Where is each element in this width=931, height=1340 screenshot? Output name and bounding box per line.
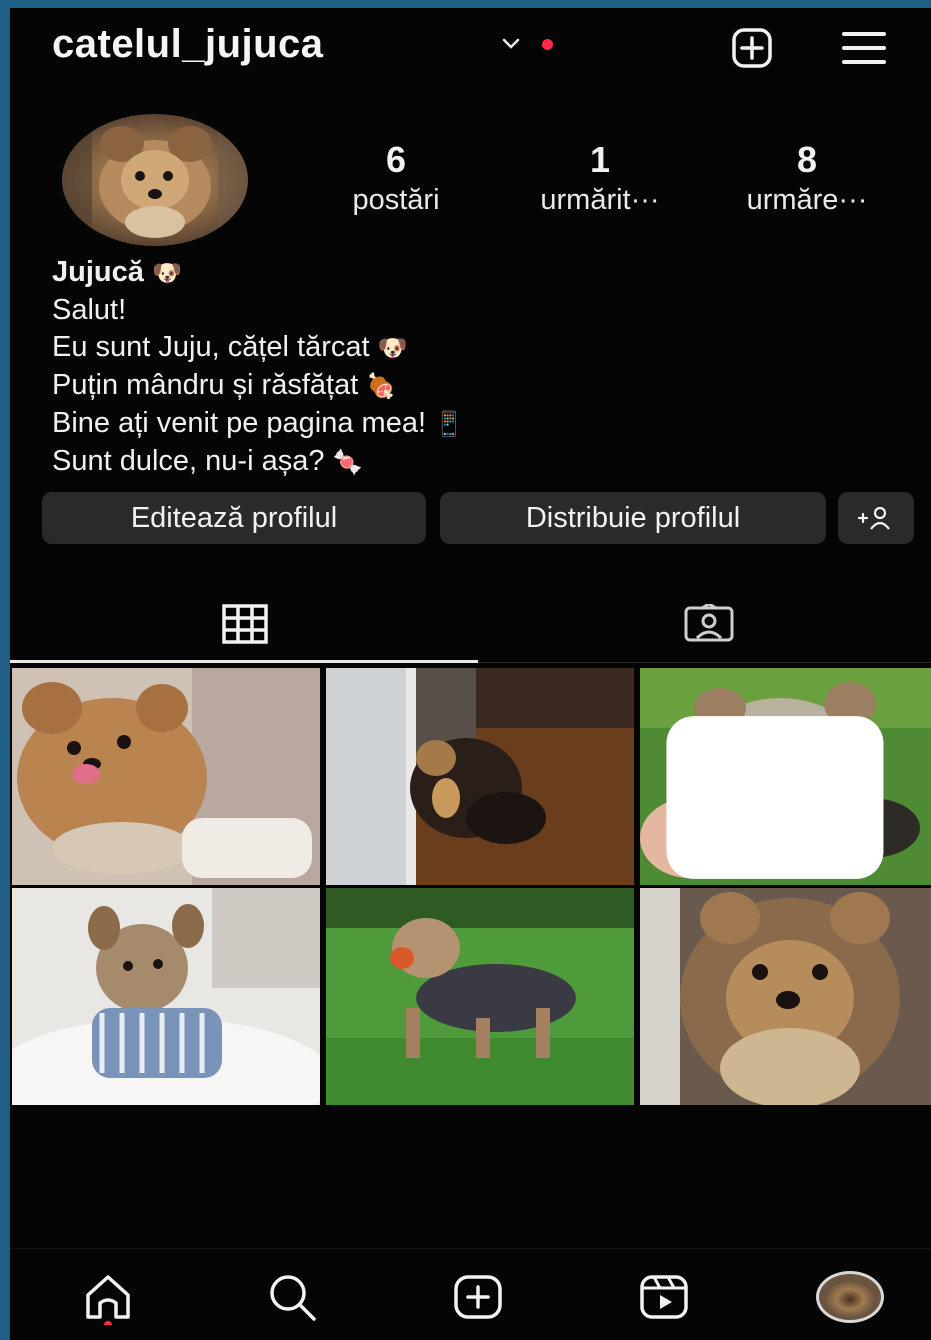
post-thumbnail[interactable] xyxy=(326,668,634,885)
top-bar: catelul_jujuca xyxy=(10,8,931,88)
home-icon[interactable] xyxy=(80,1269,136,1325)
bottom-navigation xyxy=(10,1248,931,1340)
dog-emoji: 🐶 xyxy=(151,259,182,287)
bio-line: Eu sunt Juju, cățel tărcat 🐶 xyxy=(52,329,464,367)
bio-line: Bine ați venit pe pagina mea! 📱 xyxy=(52,405,464,443)
dog-emoji: 🐶 xyxy=(377,334,408,362)
carousel-icon xyxy=(666,716,884,879)
bio-text: Bine ați venit pe pagina mea! xyxy=(52,407,427,439)
stat-following[interactable]: 8 urmăre··· xyxy=(717,138,897,218)
add-person-icon xyxy=(857,506,890,530)
bio-text: Eu sunt Juju, cățel tărcat xyxy=(52,331,370,363)
tagged-icon[interactable] xyxy=(684,604,734,644)
stat-posts[interactable]: 6 postări xyxy=(306,138,486,218)
profile-avatar[interactable] xyxy=(62,114,248,246)
bio-line: Sunt dulce, nu-i așa? 🍬 xyxy=(52,443,464,481)
reels-icon[interactable] xyxy=(636,1269,692,1325)
bio-name-line: Jujucă 🐶 xyxy=(52,254,464,292)
bio-line: Salut! xyxy=(52,294,127,326)
add-post-icon[interactable] xyxy=(728,24,776,72)
post-thumbnail[interactable] xyxy=(326,888,634,1105)
phone-emoji: 📱 xyxy=(434,410,464,438)
notification-dot xyxy=(542,39,553,50)
bio-line: Puțin mândru și răsfățat 🍖 xyxy=(52,367,464,405)
menu-icon[interactable] xyxy=(840,24,888,72)
stat-value: 1 xyxy=(589,139,611,180)
grid-icon[interactable] xyxy=(220,604,270,644)
bio-text: Puțin mândru și răsfățat xyxy=(52,369,359,401)
tab-indicator xyxy=(10,660,478,663)
profile-bio: Jujucă 🐶 Salut! Eu sunt Juju, cățel tărc… xyxy=(52,254,464,481)
username[interactable]: catelul_jujuca xyxy=(52,22,324,67)
stat-value: 6 xyxy=(385,139,407,180)
post-thumbnail[interactable] xyxy=(12,888,320,1105)
share-profile-button[interactable]: Distribuie profilul xyxy=(440,492,826,544)
search-icon[interactable] xyxy=(264,1269,320,1325)
profile-screen: catelul_jujuca 6 postări 1 urmărit··· 8 … xyxy=(10,8,931,1340)
stat-label: urmărit··· xyxy=(540,184,660,216)
add-person-button[interactable] xyxy=(838,492,914,544)
post-thumbnail[interactable] xyxy=(640,888,931,1105)
profile-name: Jujucă xyxy=(52,256,144,288)
bio-text: Sunt dulce, nu-i așa? xyxy=(52,445,325,477)
stat-label: urmăre··· xyxy=(746,184,868,216)
post-thumbnail[interactable] xyxy=(640,668,931,885)
meat-emoji: 🍖 xyxy=(366,372,397,400)
stat-value: 8 xyxy=(796,139,818,180)
stat-label: postări xyxy=(352,184,440,216)
post-thumbnail[interactable] xyxy=(12,668,320,885)
stat-followers[interactable]: 1 urmărit··· xyxy=(510,138,690,218)
chevron-down-icon[interactable] xyxy=(500,32,522,54)
create-icon[interactable] xyxy=(450,1269,506,1325)
edit-profile-button[interactable]: Editează profilul xyxy=(42,492,426,544)
profile-avatar[interactable] xyxy=(816,1271,884,1323)
candy-emoji: 🍬 xyxy=(332,448,363,476)
